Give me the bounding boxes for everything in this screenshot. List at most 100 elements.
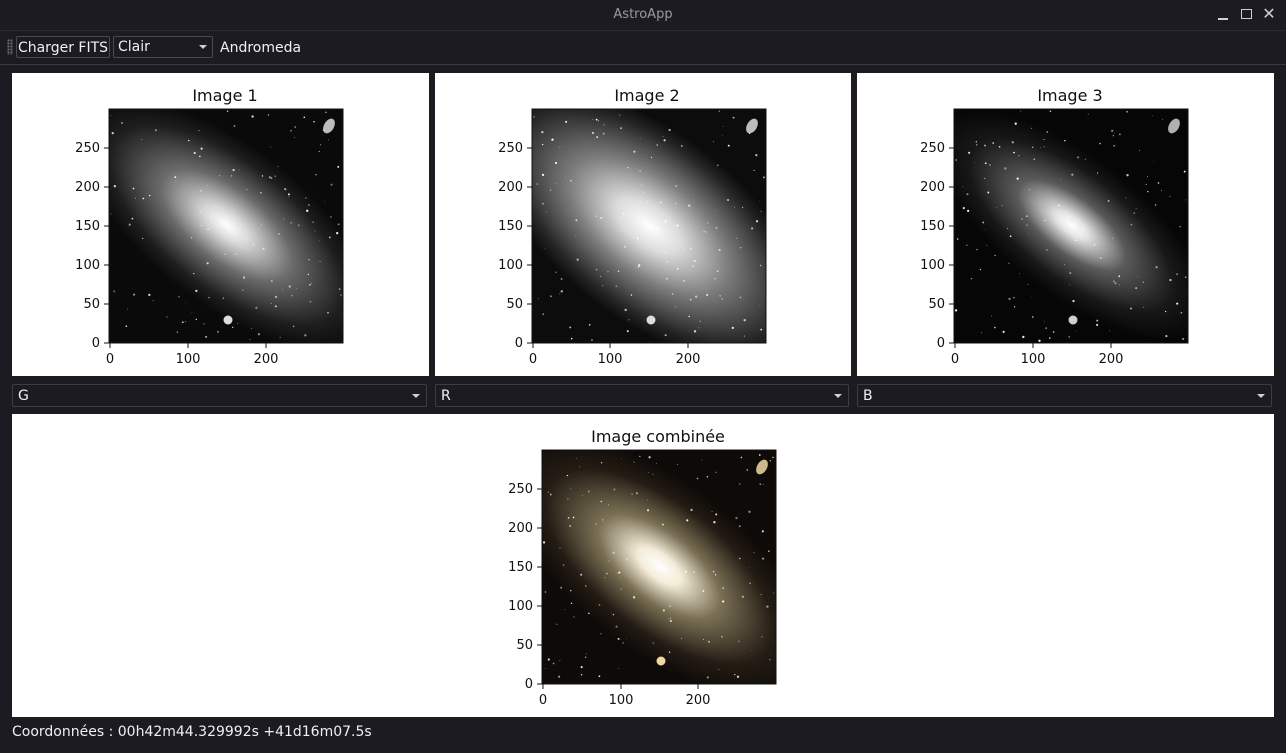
minimize-icon[interactable] xyxy=(1215,6,1231,22)
star-dot xyxy=(223,227,225,229)
star-dot xyxy=(340,294,342,296)
star-dot xyxy=(555,271,557,274)
plot-3-canvas: Image 3 250 200 150 100 50 0 0 100 200 xyxy=(920,86,1189,367)
star-dot xyxy=(1038,339,1041,342)
star-dot xyxy=(113,184,117,188)
star-dot xyxy=(600,633,602,635)
star-dot xyxy=(749,567,751,568)
star-dot xyxy=(1004,167,1007,170)
plot-1-image[interactable] xyxy=(109,109,343,343)
star-dot xyxy=(278,233,280,235)
plot-2-image[interactable] xyxy=(532,109,766,343)
ytick-label: 50 xyxy=(928,297,945,312)
xtick-label: 200 xyxy=(676,352,701,367)
channel-select-2[interactable]: R xyxy=(435,384,849,407)
star-dot xyxy=(176,331,179,333)
star-dot xyxy=(249,338,251,341)
star-dot xyxy=(541,143,544,146)
star-dot xyxy=(1180,311,1183,314)
star-dot xyxy=(608,560,610,562)
star-dot xyxy=(702,638,704,640)
star-dot xyxy=(647,471,649,473)
star-dot xyxy=(629,575,631,577)
xtick-label: 100 xyxy=(598,352,623,367)
star-dot xyxy=(722,587,725,590)
star-dot xyxy=(128,223,131,226)
star-dot xyxy=(768,550,770,553)
star-dot xyxy=(308,283,311,286)
maximize-icon[interactable] xyxy=(1238,6,1254,22)
star-dot xyxy=(181,293,183,295)
star-dot xyxy=(148,293,151,297)
star-dot xyxy=(727,144,730,147)
star-dot xyxy=(238,169,240,171)
star-dot xyxy=(736,675,740,678)
star-dot xyxy=(760,210,762,213)
star-dot xyxy=(623,245,627,248)
star-dot xyxy=(675,202,677,204)
object-name-label: Andromeda xyxy=(220,40,302,56)
star-dot xyxy=(127,308,128,310)
star-dot xyxy=(559,660,561,662)
ytick-label: 100 xyxy=(920,258,945,273)
star-dot xyxy=(761,636,763,638)
star-dot xyxy=(319,260,320,262)
star-dot xyxy=(619,576,621,578)
star-dot xyxy=(1013,306,1016,308)
theme-select[interactable]: Clair xyxy=(113,36,213,58)
star-dot xyxy=(1112,135,1114,137)
star-dot xyxy=(620,127,622,130)
star-dot xyxy=(304,334,307,337)
star-dot xyxy=(705,231,708,233)
star-dot xyxy=(569,326,572,329)
star-dot xyxy=(1185,199,1187,201)
toolbar-grip-icon[interactable] xyxy=(7,39,13,55)
star-dot xyxy=(305,197,307,199)
star-dot xyxy=(739,513,740,515)
star-dot xyxy=(664,251,666,253)
combined-image[interactable] xyxy=(542,450,776,684)
channel-select-1[interactable]: G xyxy=(12,384,427,407)
star-dot xyxy=(732,116,735,119)
star-dot xyxy=(559,293,561,295)
close-icon[interactable]: ✕ xyxy=(1261,6,1277,22)
star-dot xyxy=(337,165,340,168)
star-dot xyxy=(689,247,692,250)
star-dot xyxy=(624,308,627,312)
star-dot xyxy=(675,185,677,187)
star-dot xyxy=(702,589,705,592)
star-dot xyxy=(181,321,184,324)
star-dot xyxy=(255,306,258,309)
load-fits-button[interactable]: Charger FITS xyxy=(16,36,110,58)
star-dot xyxy=(1025,215,1028,217)
star-dot xyxy=(740,456,743,459)
star-dot xyxy=(986,244,988,246)
channel-select-3[interactable]: B xyxy=(857,384,1272,407)
star-dot xyxy=(736,237,738,239)
ytick-label: 0 xyxy=(92,336,100,351)
star-dot xyxy=(619,114,621,116)
star-dot xyxy=(722,126,724,128)
star-dot xyxy=(315,173,317,176)
star-dot xyxy=(622,642,624,644)
star-dot xyxy=(233,124,236,127)
star-dot xyxy=(1074,239,1077,241)
star-dot xyxy=(996,206,998,208)
star-dot xyxy=(617,270,620,273)
star-dot xyxy=(669,619,672,623)
star-dot xyxy=(549,493,552,496)
star-dot xyxy=(1044,219,1046,222)
star-dot xyxy=(1099,142,1101,145)
star-dot xyxy=(668,128,671,132)
star-dot xyxy=(133,293,136,296)
xtick-label: 100 xyxy=(176,352,201,367)
star-dot xyxy=(759,200,761,202)
star-dot xyxy=(735,516,738,520)
ytick-label: 200 xyxy=(75,180,100,195)
star-dot xyxy=(772,456,774,459)
star-dot xyxy=(762,557,765,560)
star-dot xyxy=(970,277,973,280)
star-dot xyxy=(618,668,619,669)
star-dot xyxy=(536,183,538,185)
star-dot xyxy=(984,162,987,165)
